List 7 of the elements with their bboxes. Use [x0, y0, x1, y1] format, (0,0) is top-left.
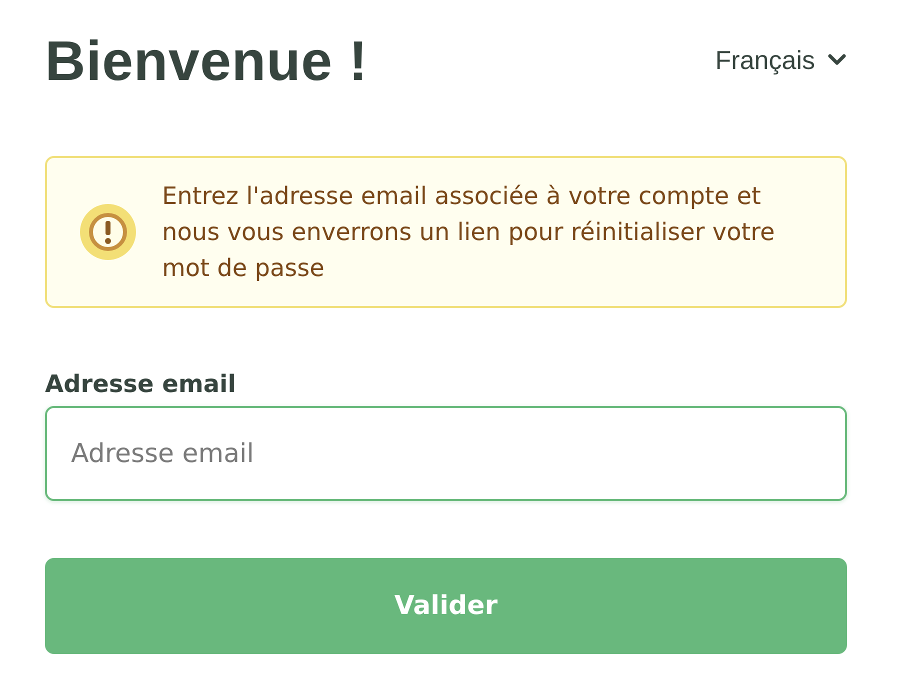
field-label: Adresse email	[45, 370, 238, 398]
alert-message: Entrez l'adresse email associée à votre compte et nous vous enverrons un lien pour réinitialiser votre mot de passe	[162, 181, 776, 284]
email-input-field[interactable]: Adresse email	[45, 406, 847, 501]
exclamation-icon	[80, 204, 136, 260]
page-title: Bienvenue !	[45, 28, 368, 92]
language-dropdown[interactable]: Français	[715, 44, 847, 76]
chevron-down-icon	[827, 53, 847, 67]
